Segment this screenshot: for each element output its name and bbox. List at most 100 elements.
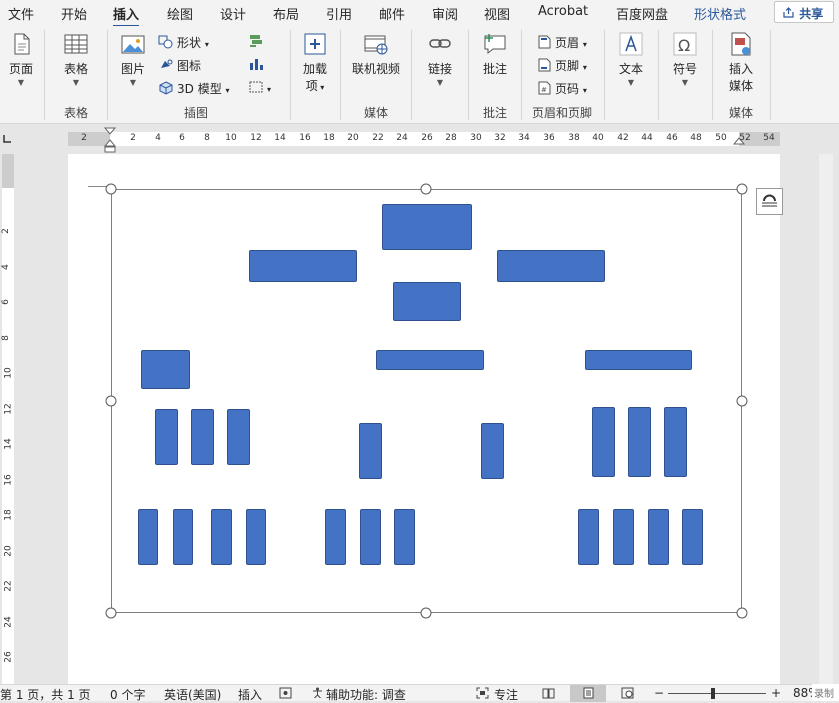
shape-rectangle[interactable] [211,509,232,565]
shape-rectangle[interactable] [227,409,250,465]
resize-handle-right[interactable] [736,395,748,407]
page-number-button[interactable]: # 页码 ▾ [536,80,587,97]
shape-rectangle[interactable] [141,350,190,389]
shape-rectangle[interactable] [394,509,415,565]
shape-rectangle[interactable] [613,509,634,565]
addins-button[interactable]: 加载 项 ▾ [297,30,333,94]
shapes-button[interactable]: 形状 ▾ [158,34,209,51]
status-language[interactable]: 英语(美国) [164,686,221,703]
zoom-in-button[interactable]: + [771,686,781,700]
symbol-button[interactable]: Ω 符号 ▼ [667,30,703,87]
resize-handle-top-right[interactable] [736,183,748,195]
shape-rectangle[interactable] [578,509,599,565]
vertical-scrollbar[interactable] [813,154,839,684]
shape-rectangle[interactable] [359,423,382,479]
shape-rectangle[interactable] [592,407,615,477]
tab-references[interactable]: 引用 [326,4,352,23]
resize-handle-bottom[interactable] [420,607,432,619]
model3d-button[interactable]: 3D 模型 ▾ [158,80,230,97]
table-button[interactable]: 表格 ▼ [59,30,93,87]
shape-rectangle[interactable] [664,407,687,477]
shape-rectangle[interactable] [497,250,605,282]
status-insert-mode[interactable]: 插入 [238,686,262,703]
tab-draw[interactable]: 绘图 [167,4,193,23]
text-button[interactable]: 文本 ▼ [613,30,649,87]
shape-rectangle[interactable] [648,509,669,565]
comment-button[interactable]: 批注 [477,30,513,77]
tab-home[interactable]: 开始 [61,4,87,23]
horizontal-ruler[interactable]: 2 2 4 6 8 10 12 14 16 18 20 22 24 26 28 30 32 34 36 38 40 42 4… [0,124,839,154]
group-label-tables: 表格 [63,106,88,120]
resize-handle-bottom-right[interactable] [736,607,748,619]
shape-rectangle[interactable] [393,282,461,321]
text-icon [617,30,645,58]
link-button[interactable]: 链接 ▼ [422,30,458,87]
header-button[interactable]: 页眉 ▾ [536,34,587,51]
shape-rectangle[interactable] [628,407,651,477]
ruler-number: 46 [666,133,678,143]
shape-rectangle[interactable] [382,204,472,250]
shape-rectangle[interactable] [191,409,214,465]
tab-insert[interactable]: 插入 [113,4,140,28]
model3d-label: 3D 模型 [177,82,222,96]
chart-icon [248,57,264,71]
tab-baidu-netdisk[interactable]: 百度网盘 [616,4,668,23]
resize-handle-bottom-left[interactable] [105,607,117,619]
pages-button[interactable]: 页面 ▼ [4,30,38,87]
resize-handle-left[interactable] [105,395,117,407]
zoom-slider-track[interactable] [668,693,766,694]
group-tables: 表格 ▼ 表格 [45,26,107,124]
read-mode-icon[interactable] [542,687,555,699]
footer-icon [536,58,552,72]
shape-rectangle[interactable] [246,509,266,565]
vertical-ruler[interactable]: 2 4 6 8 10 12 14 16 18 20 22 24 26 [0,154,18,684]
resize-handle-top-left[interactable] [105,183,117,195]
shape-rectangle[interactable] [682,509,703,565]
icons-button[interactable]: 图标 [158,57,201,74]
status-page-count[interactable]: 第 1 页，共 1 页 [0,686,91,703]
shape-rectangle[interactable] [585,350,692,370]
footer-button[interactable]: 页脚 ▾ [536,57,587,74]
status-focus-mode[interactable]: 专注 [494,686,518,703]
insert-media-button[interactable]: 插入 媒体 [721,30,761,94]
layout-options-button[interactable] [756,188,783,215]
picture-button[interactable]: 图片 ▼ [116,30,150,87]
indent-marker-icon[interactable] [103,126,117,154]
tab-selector-icon[interactable] [2,134,14,146]
tab-mailings[interactable]: 邮件 [379,4,405,23]
chart-button[interactable] [248,57,267,72]
screenshot-button[interactable]: ▾ [248,80,271,95]
smartart-button[interactable] [248,34,267,49]
tab-design[interactable]: 设计 [220,4,246,23]
shape-rectangle[interactable] [481,423,504,479]
shape-rectangle[interactable] [249,250,357,282]
zoom-out-button[interactable]: − [654,686,664,700]
scrollbar-track[interactable] [819,154,833,684]
print-layout-icon[interactable] [582,687,595,699]
tab-view[interactable]: 视图 [484,4,510,23]
ruler-number: 36 [543,133,555,143]
tab-layout[interactable]: 布局 [273,4,299,23]
tab-acrobat[interactable]: Acrobat [538,4,588,19]
web-layout-icon[interactable] [621,687,634,699]
tab-review[interactable]: 审阅 [432,4,458,23]
shape-rectangle[interactable] [376,350,484,370]
tab-shape-format[interactable]: 形状格式 [694,4,746,23]
group-label-header-footer: 页眉和页脚 [531,106,592,120]
shape-rectangle[interactable] [155,409,178,465]
shape-rectangle[interactable] [138,509,158,565]
resize-handle-top[interactable] [420,183,432,195]
zoom-slider-thumb[interactable] [711,688,715,699]
chevron-down-icon: ▾ [204,40,209,49]
shape-rectangle[interactable] [360,509,381,565]
status-word-count[interactable]: 0 个字 [110,686,145,703]
macro-record-icon[interactable] [279,687,292,699]
online-video-button[interactable]: 联机视频 [349,30,403,77]
status-accessibility[interactable]: 辅助功能: 调查 [326,686,406,703]
shape-rectangle[interactable] [325,509,346,565]
tab-file[interactable]: 文件 [8,4,34,23]
shape-rectangle[interactable] [173,509,193,565]
ruler-number: 50 [715,133,727,143]
shapes-label: 形状 [177,36,202,50]
share-button[interactable]: 共享 [774,1,834,23]
